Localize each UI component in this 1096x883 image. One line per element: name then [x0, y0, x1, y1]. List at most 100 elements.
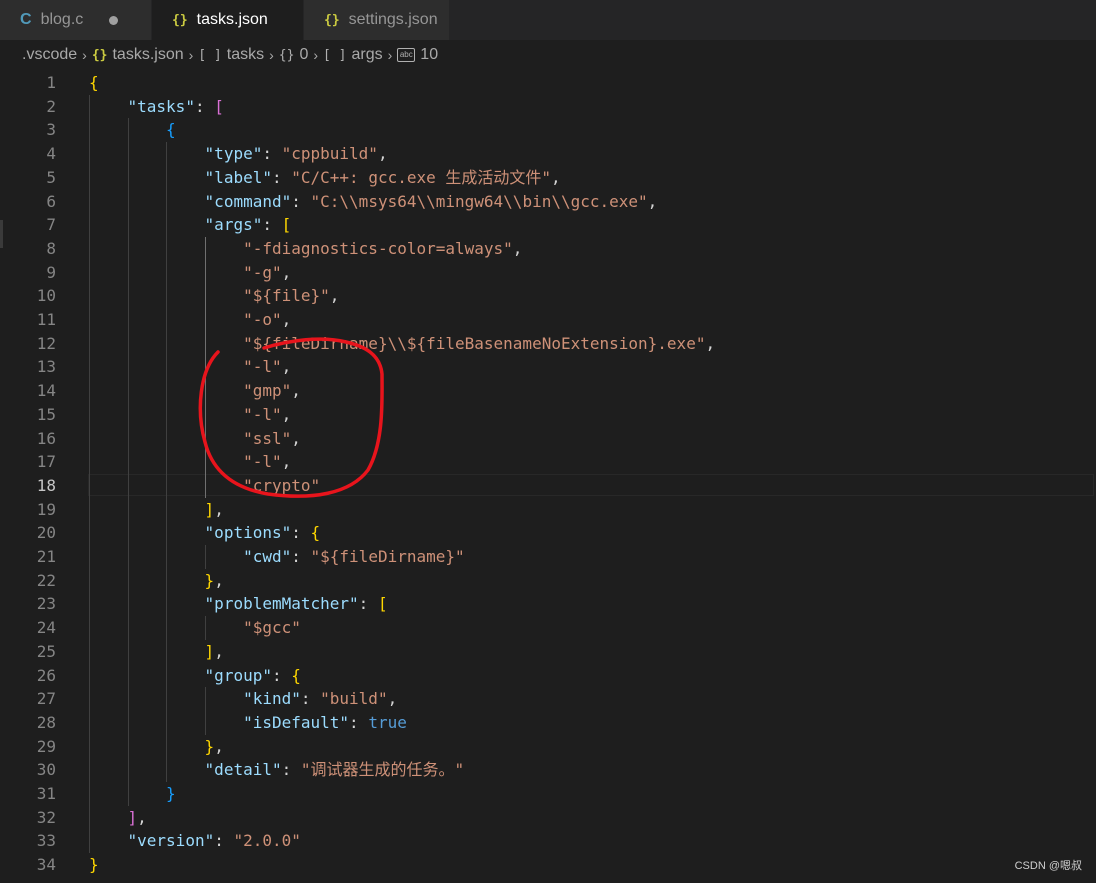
code-token: ] [127, 807, 138, 827]
code-line[interactable]: 15 "-l", [0, 403, 1096, 427]
line-number: 17 [36, 452, 56, 472]
line-number: 14 [36, 381, 56, 401]
code-token: "problemMatcher" [204, 594, 359, 614]
code-line[interactable]: 32], [0, 806, 1096, 830]
code-token: "${fileDirname}" [310, 547, 465, 566]
code-line[interactable]: 16 "ssl", [0, 427, 1096, 451]
line-number: 27 [36, 689, 56, 709]
chevron-right-icon: › [269, 47, 274, 63]
code-line[interactable]: 12 "${fileDirname}\\${fileBasenameNoExten… [0, 332, 1096, 356]
code-text: "-o", [243, 308, 291, 332]
code-line[interactable]: 26 "group": { [0, 664, 1096, 688]
code-text: "version": "2.0.0" [128, 829, 301, 853]
breadcrumb-item[interactable]: {} 0 [279, 46, 309, 64]
code-token: "-l" [243, 452, 282, 472]
code-token: , [291, 428, 301, 448]
tab-settings-json[interactable]: {} settings.json [304, 0, 450, 40]
code-text: "options": { [205, 521, 321, 545]
code-token: "detail" [204, 760, 282, 780]
line-number: 4 [46, 144, 56, 164]
unsaved-dot-icon[interactable] [109, 15, 119, 25]
code-line[interactable]: 34} [0, 853, 1096, 877]
code-text: } [166, 782, 176, 806]
code-line[interactable]: 3{ [0, 118, 1096, 142]
tab-tasks-json[interactable]: {} tasks.json [152, 0, 304, 40]
line-number: 2 [46, 96, 56, 116]
code-line[interactable]: 1{ [0, 71, 1096, 95]
code-editor[interactable]: 1{2 "tasks": [3{4 "type": "cppbuild", 5 "lab… [0, 70, 1096, 883]
tab-blog-c[interactable]: Cblog.c [0, 0, 152, 40]
code-token: : [291, 523, 311, 543]
line-number: 10 [36, 286, 56, 306]
tab-label: settings.json [348, 11, 438, 28]
line-number: 5 [46, 167, 56, 187]
line-number: 25 [36, 641, 56, 661]
code-line[interactable]: 20 "options": { [0, 521, 1096, 545]
code-line[interactable]: 29}, [0, 735, 1096, 759]
code-token: "调试器生成的任务。" [300, 760, 465, 780]
code-line[interactable]: 13 "-l", [0, 355, 1096, 379]
code-token: "tasks" [127, 96, 195, 116]
code-line[interactable]: 9 "-g", [0, 261, 1096, 285]
code-line[interactable]: 17 "-l", [0, 450, 1096, 474]
code-line[interactable]: 7 "args": [ [0, 213, 1096, 237]
code-token: , [214, 736, 224, 756]
code-line[interactable]: 5 "label": "C/C++: gcc.exe 生成活动文件", [0, 166, 1096, 190]
line-number: 33 [36, 831, 56, 851]
code-line[interactable]: 14 "gmp", [0, 379, 1096, 403]
code-line[interactable]: 19], [0, 498, 1096, 522]
line-number: 23 [36, 594, 56, 614]
code-token: "${fileDirname}\\${fileBasenameNoExtensi… [243, 333, 706, 353]
line-number: 12 [36, 333, 56, 353]
line-number: 6 [46, 191, 56, 211]
code-line[interactable]: 27 "kind": "build", [0, 687, 1096, 711]
code-line[interactable]: 31} [0, 782, 1096, 806]
code-token: "command" [204, 191, 292, 211]
json-file-icon: {} [324, 12, 340, 28]
code-text: "cwd": "${fileDirname}" [243, 545, 465, 569]
code-line[interactable]: 11 "-o", [0, 308, 1096, 332]
code-text: "${file}", [243, 284, 339, 308]
code-token: , [281, 452, 292, 472]
code-line[interactable]: 25], [0, 640, 1096, 664]
breadcrumb-item[interactable]: .vscode [22, 46, 77, 64]
code-token: [ [377, 594, 388, 614]
code-line[interactable]: 21 "cwd": "${fileDirname}" [0, 545, 1096, 569]
code-token: "-fdiagnostics-color=always" [243, 238, 513, 258]
code-token: : [262, 215, 282, 235]
line-number: 9 [46, 262, 56, 282]
code-line[interactable]: 4 "type": "cppbuild", [0, 142, 1096, 166]
breadcrumb-item[interactable]: abc 10 [397, 46, 438, 64]
code-line[interactable]: 6 "command": "C:\\msys64\\mingw64\\bin\\g… [0, 190, 1096, 214]
line-number: 32 [36, 807, 56, 827]
code-line[interactable]: 30 "detail": "调试器生成的任务。" [0, 758, 1096, 782]
code-token: ] [204, 499, 215, 519]
code-line[interactable]: 8 "-fdiagnostics-color=always", [0, 237, 1096, 261]
c-file-icon: C [20, 11, 32, 28]
breadcrumb-label: 0 [299, 46, 309, 63]
breadcrumb-item[interactable]: {} tasks.json [92, 46, 184, 64]
line-number: 19 [36, 499, 56, 519]
line-number: 16 [36, 428, 56, 448]
code-line[interactable]: 28 "isDefault": true [0, 711, 1096, 735]
code-token: "C/C++: gcc.exe 生成活动文件" [291, 167, 552, 187]
code-token: [ [214, 96, 224, 116]
code-line[interactable]: 10 "${file}", [0, 284, 1096, 308]
breadcrumb-item[interactable]: [ ] args [323, 46, 383, 64]
breadcrumb-label: 10 [420, 46, 439, 63]
code-line[interactable]: 23 "problemMatcher": [ [0, 592, 1096, 616]
code-line[interactable]: 2 "tasks": [ [0, 95, 1096, 119]
code-text: "args": [ [205, 213, 292, 237]
breadcrumb-item[interactable]: [ ] tasks [198, 46, 264, 64]
code-line[interactable]: 22}, [0, 569, 1096, 593]
code-line[interactable]: 24 "$gcc" [0, 616, 1096, 640]
code-text: "crypto" [243, 474, 320, 498]
code-text: ], [205, 498, 224, 522]
code-line[interactable]: 18 "crypto" [0, 474, 1096, 498]
code-line[interactable]: 33 "version": "2.0.0" [0, 829, 1096, 853]
breadcrumb-label: args [351, 46, 383, 63]
watermark: CSDN @嗯叔 [1014, 860, 1082, 872]
code-token: , [137, 807, 147, 827]
code-text: "kind": "build", [243, 687, 397, 711]
code-token: , [329, 286, 340, 306]
